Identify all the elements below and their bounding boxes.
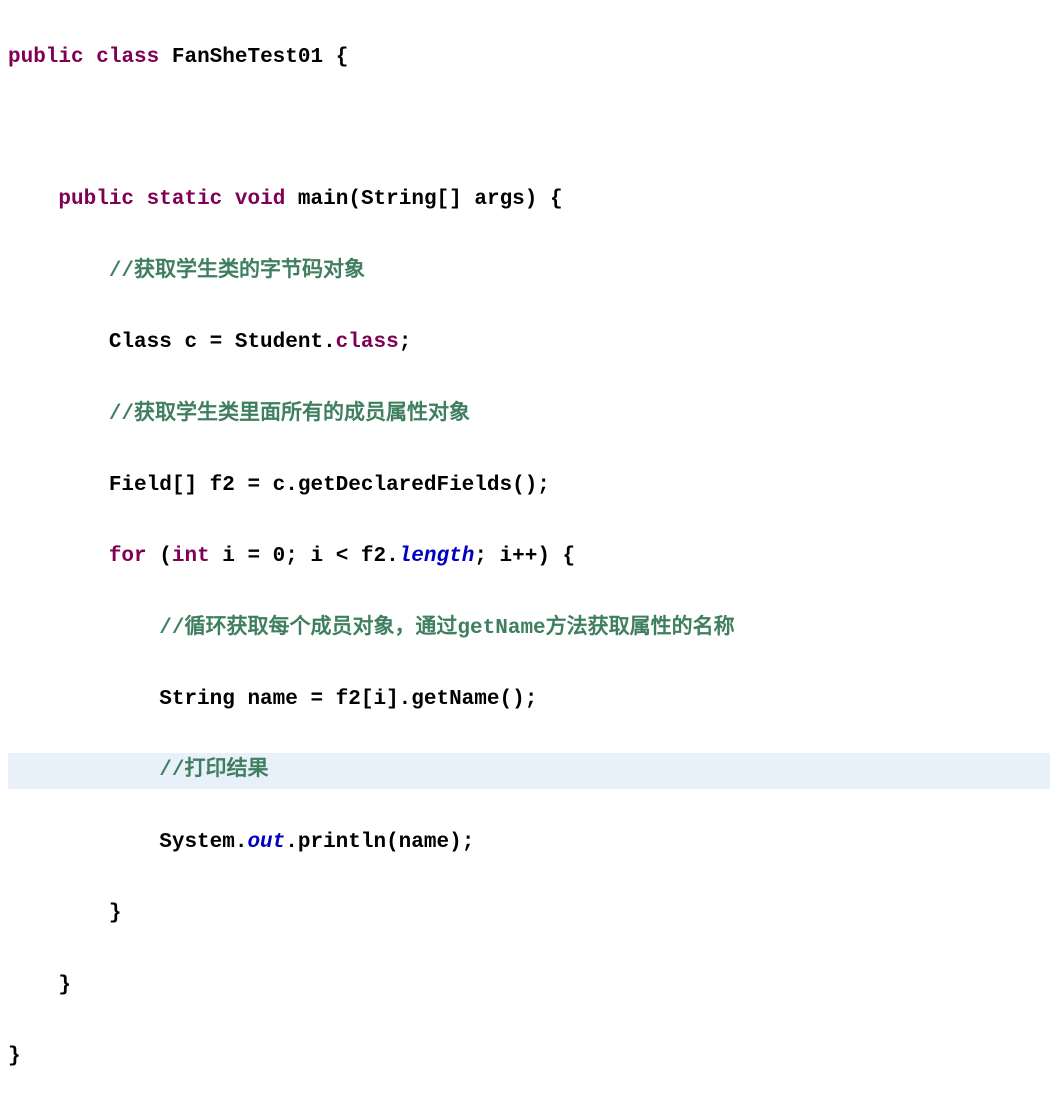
code-line: String name = f2[i].getName(); <box>8 682 1050 718</box>
field-length: length <box>399 545 475 568</box>
code-line: Class c = Student.class; <box>8 325 1050 361</box>
comment: //获取学生类的字节码对象 <box>109 260 365 283</box>
indent <box>8 260 109 283</box>
indent <box>8 759 159 782</box>
indent <box>8 902 109 925</box>
code-text: System. <box>159 831 247 854</box>
code-line: for (int i = 0; i < f2.length; i++) { <box>8 539 1050 575</box>
keyword-class: class <box>96 46 159 69</box>
params: (String[] args) { <box>348 188 562 211</box>
code-text: String name = f2[i].getName(); <box>159 688 537 711</box>
keyword-static: static <box>147 188 223 211</box>
code-line: //获取学生类的字节码对象 <box>8 254 1050 290</box>
code-line: } <box>8 1039 1050 1075</box>
keyword-public: public <box>58 188 134 211</box>
code-text: ; i++) { <box>474 545 575 568</box>
comment: //获取学生类里面所有的成员属性对象 <box>109 403 470 426</box>
indent <box>8 331 109 354</box>
code-text: i = 0; i < f2. <box>210 545 399 568</box>
code-line: } <box>8 896 1050 932</box>
keyword-int: int <box>172 545 210 568</box>
keyword-public: public <box>8 46 84 69</box>
indent <box>8 688 159 711</box>
code-line-highlighted: //打印结果 <box>8 753 1050 789</box>
indent <box>8 403 109 426</box>
indent <box>8 974 58 997</box>
indent <box>8 188 58 211</box>
brace: { <box>323 46 348 69</box>
code-text: ( <box>147 545 172 568</box>
brace: } <box>109 902 122 925</box>
code-text: .println(name); <box>285 831 474 854</box>
keyword-for: for <box>109 545 147 568</box>
code-line: public class FanSheTest01 { <box>8 40 1050 76</box>
code-line: } <box>8 968 1050 1004</box>
indent <box>8 474 109 497</box>
code-text: Field[] f2 = c.getDeclaredFields(); <box>109 474 550 497</box>
code-line-empty <box>8 111 1050 147</box>
code-text: Class c = Student. <box>109 331 336 354</box>
indent <box>8 617 159 640</box>
field-out: out <box>247 831 285 854</box>
brace: } <box>8 1045 21 1068</box>
class-name: FanSheTest01 <box>172 46 323 69</box>
code-line: //获取学生类里面所有的成员属性对象 <box>8 397 1050 433</box>
indent <box>8 545 109 568</box>
comment: //打印结果 <box>159 759 268 782</box>
keyword-class-literal: class <box>336 331 399 354</box>
code-editor[interactable]: public class FanSheTest01 { public stati… <box>0 0 1058 1114</box>
brace: } <box>58 974 71 997</box>
code-line: System.out.println(name); <box>8 825 1050 861</box>
code-text: ; <box>399 331 412 354</box>
code-line: Field[] f2 = c.getDeclaredFields(); <box>8 468 1050 504</box>
method-name: main <box>298 188 348 211</box>
comment: //循环获取每个成员对象，通过getName方法获取属性的名称 <box>159 617 734 640</box>
code-line: public static void main(String[] args) { <box>8 182 1050 218</box>
code-line: //循环获取每个成员对象，通过getName方法获取属性的名称 <box>8 611 1050 647</box>
keyword-void: void <box>235 188 285 211</box>
indent <box>8 831 159 854</box>
